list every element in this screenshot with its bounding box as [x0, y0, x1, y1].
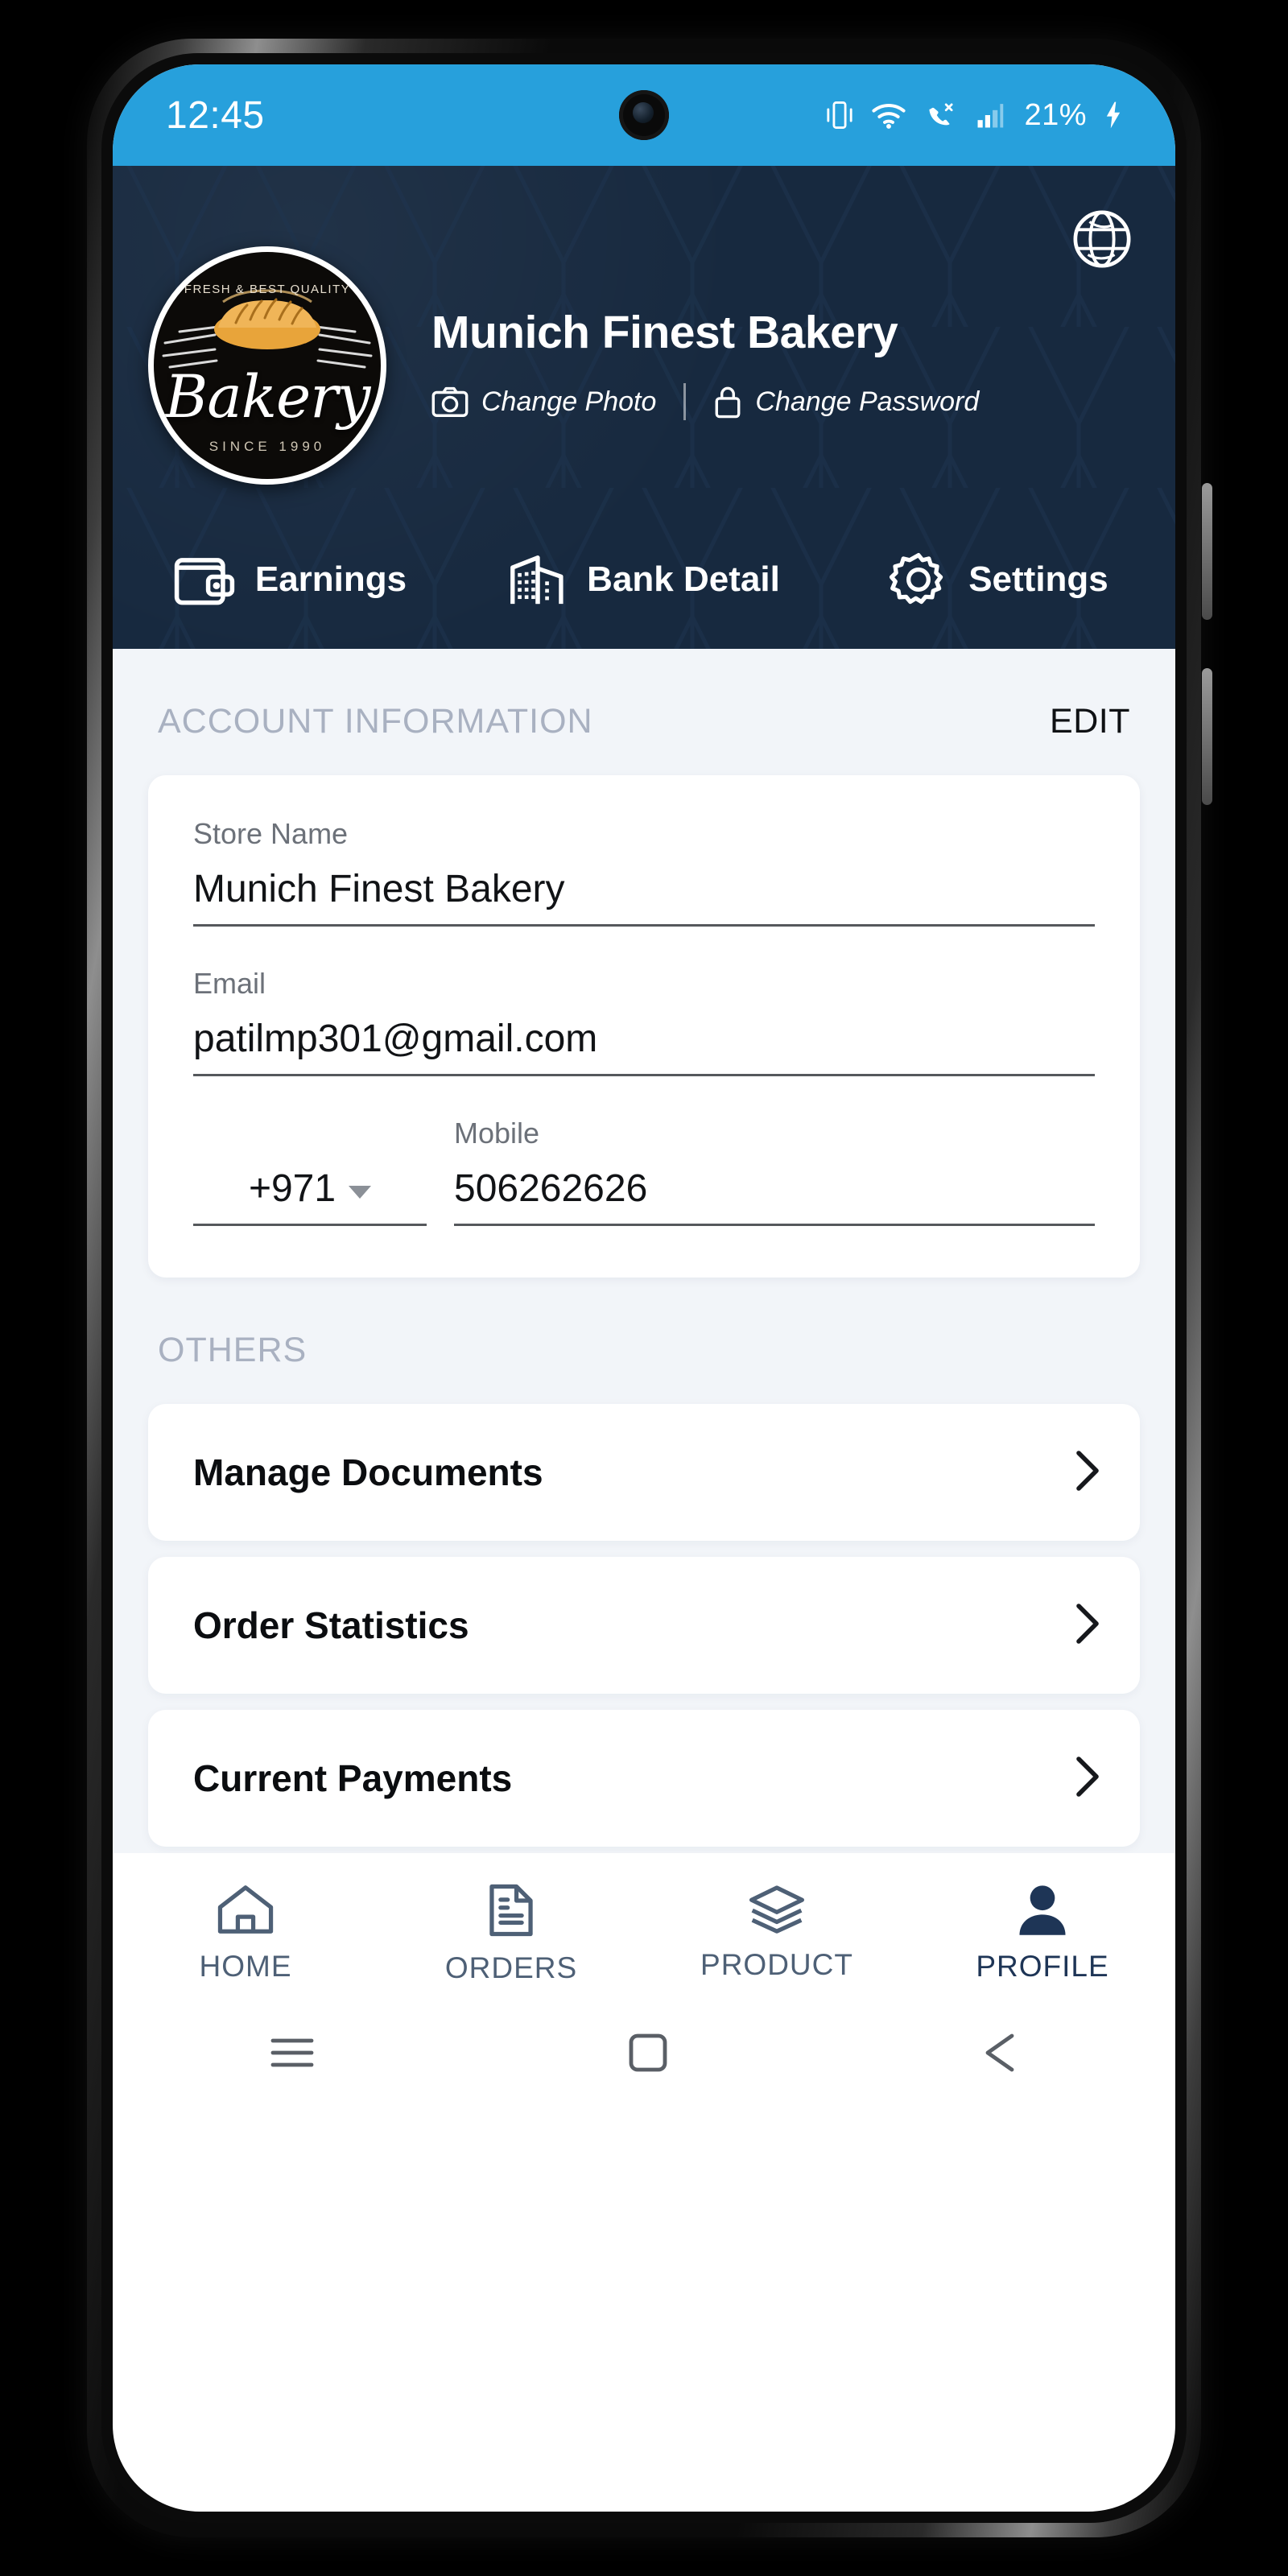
- front-camera-punch-hole: [619, 90, 669, 140]
- mobile-label: Mobile: [454, 1117, 540, 1150]
- tab-bank-detail[interactable]: Bank Detail: [467, 551, 821, 608]
- wallet-icon: [174, 558, 235, 605]
- account-information-header: ACCOUNT INFORMATION EDIT: [113, 649, 1175, 775]
- tab-settings[interactable]: Settings: [821, 549, 1175, 610]
- logo-brand-word: Bakery: [164, 363, 371, 431]
- account-information-card: Store Name Munich Finest Bakery Email pa…: [148, 775, 1140, 1278]
- tab-settings-label: Settings: [968, 559, 1108, 599]
- document-icon: [489, 1884, 533, 1937]
- screenshot-stage: 12:45 21% FRESH & BEST QUALITY Bakery SI…: [0, 0, 1288, 2576]
- phone-screen: 12:45 21% FRESH & BEST QUALITY Bakery SI…: [113, 64, 1175, 2512]
- store-name-input[interactable]: Munich Finest Bakery: [193, 867, 1095, 927]
- change-password-label: Change Password: [755, 386, 980, 417]
- nav-item-home-label: HOME: [199, 1950, 292, 1983]
- edit-button[interactable]: EDIT: [1050, 702, 1130, 741]
- mobile-input[interactable]: 506262626: [454, 1166, 1095, 1226]
- phone-row: +971 Mobile 506262626: [193, 1117, 1095, 1226]
- wifi-icon: [871, 101, 906, 129]
- bread-loaf-icon: [214, 289, 320, 349]
- email-input[interactable]: patilmp301@gmail.com: [193, 1017, 1095, 1076]
- language-globe-button[interactable]: [1071, 208, 1133, 270]
- tab-earnings-label: Earnings: [254, 559, 407, 599]
- globe-icon: [1073, 210, 1131, 268]
- missed-call-icon: [924, 101, 958, 129]
- home-square-icon[interactable]: [626, 2031, 670, 2074]
- nav-item-profile-label: PROFILE: [976, 1950, 1109, 1983]
- change-photo-label: Change Photo: [481, 386, 657, 417]
- gear-icon: [890, 552, 943, 605]
- nav-item-product[interactable]: PRODUCT: [644, 1882, 910, 1985]
- menu-icon[interactable]: [268, 2034, 316, 2071]
- charging-bolt-icon: [1104, 101, 1122, 130]
- status-time: 12:45: [166, 93, 265, 137]
- tab-bank-detail-label: Bank Detail: [587, 559, 780, 599]
- profile-content[interactable]: ACCOUNT INFORMATION EDIT Store Name Muni…: [113, 649, 1175, 2182]
- list-item-label: Current Payments: [193, 1757, 513, 1799]
- profile-summary: FRESH & BEST QUALITY Bakery SINCE 1990 M…: [148, 246, 979, 485]
- list-item-label: Manage Documents: [193, 1451, 543, 1493]
- store-name-label: Store Name: [193, 817, 349, 850]
- logo-bottom-text: SINCE 1990: [208, 439, 326, 454]
- list-item-label: Order Statistics: [193, 1604, 469, 1646]
- mobile-field[interactable]: Mobile 506262626: [454, 1117, 1095, 1226]
- lock-icon: [715, 386, 741, 419]
- country-code-select[interactable]: +971: [193, 1166, 427, 1226]
- chevron-right-icon: [1074, 1448, 1101, 1497]
- logo-top-text: FRESH & BEST QUALITY: [184, 283, 351, 296]
- layers-icon: [749, 1885, 805, 1934]
- person-icon: [1019, 1885, 1066, 1935]
- battery-percent: 21%: [1024, 97, 1087, 132]
- email-label: Email: [193, 967, 266, 1000]
- nav-item-home[interactable]: HOME: [113, 1882, 378, 1985]
- list-item-current-payments[interactable]: Current Payments: [148, 1710, 1140, 1847]
- vibrate-icon: [826, 99, 853, 131]
- profile-header: FRESH & BEST QUALITY Bakery SINCE 1990 M…: [113, 166, 1175, 649]
- others-title: OTHERS: [158, 1331, 308, 1369]
- store-title: Munich Finest Bakery: [431, 307, 898, 358]
- account-information-title: ACCOUNT INFORMATION: [158, 702, 593, 741]
- nav-item-orders[interactable]: ORDERS: [378, 1882, 644, 1985]
- nav-item-orders-label: ORDERS: [444, 1951, 578, 1984]
- others-header: OTHERS: [113, 1278, 1175, 1404]
- volume-up-button[interactable]: [1202, 483, 1212, 620]
- email-field[interactable]: Email patilmp301@gmail.com: [193, 967, 1095, 1076]
- chevron-down-icon: [349, 1185, 372, 1199]
- header-tabs: Earnings Bank Detail Settings: [113, 549, 1175, 610]
- nav-item-product-label: PRODUCT: [700, 1948, 853, 1981]
- home-icon: [217, 1885, 274, 1934]
- profile-meta: Munich Finest Bakery Change Photo Change…: [431, 306, 979, 425]
- change-password-button[interactable]: Change Password: [713, 385, 979, 419]
- camera-icon: [431, 386, 469, 417]
- action-divider: [683, 383, 687, 420]
- volume-down-button[interactable]: [1202, 668, 1212, 805]
- store-logo[interactable]: FRESH & BEST QUALITY Bakery SINCE 1990: [148, 246, 386, 485]
- country-code-value: +971: [248, 1167, 336, 1210]
- bottom-nav-items: HOME ORDERS PRODUCT PROFILE: [113, 1853, 1175, 1985]
- signal-icon: [976, 101, 1005, 129]
- status-bar: 12:45 21%: [113, 64, 1175, 166]
- change-photo-button[interactable]: Change Photo: [431, 386, 656, 418]
- bottom-navigation: HOME ORDERS PRODUCT PROFILE: [113, 1853, 1175, 2182]
- status-icons: 21%: [826, 98, 1122, 133]
- profile-actions: Change Photo Change Password: [431, 383, 979, 420]
- chevron-right-icon: [1074, 1754, 1101, 1803]
- nav-item-profile[interactable]: PROFILE: [910, 1882, 1175, 1985]
- chevron-right-icon: [1074, 1601, 1101, 1650]
- list-item-order-statistics[interactable]: Order Statistics: [148, 1557, 1140, 1694]
- list-item-manage-documents[interactable]: Manage Documents: [148, 1404, 1140, 1541]
- building-icon: [510, 555, 564, 605]
- back-triangle-icon[interactable]: [980, 2031, 1020, 2074]
- tab-earnings[interactable]: Earnings: [113, 551, 467, 608]
- store-name-field[interactable]: Store Name Munich Finest Bakery: [193, 817, 1095, 927]
- system-navigation-bar: [113, 2004, 1175, 2101]
